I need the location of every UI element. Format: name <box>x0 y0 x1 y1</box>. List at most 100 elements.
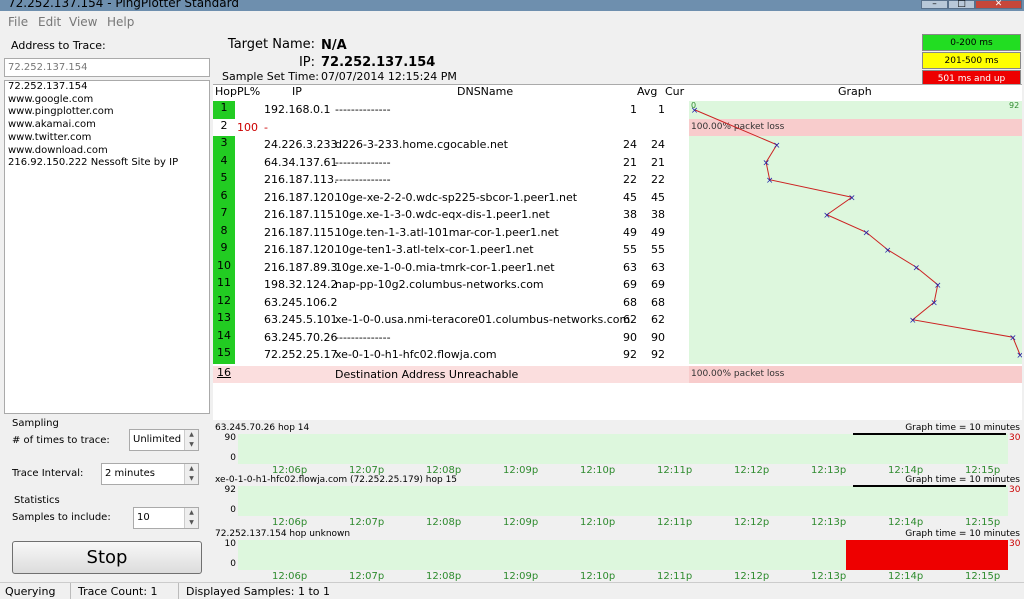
maximize-button[interactable]: □ <box>948 0 975 9</box>
history-item[interactable]: www.pingplotter.com <box>5 106 209 119</box>
latency-point: × <box>762 158 770 168</box>
stop-button[interactable]: Stop <box>12 541 202 574</box>
dns-name: -------------- <box>335 155 391 169</box>
time-tick: 12:15p <box>965 571 1001 582</box>
history-item[interactable]: 216.92.150.222 Nessoft Site by IP <box>5 157 209 170</box>
graph-time-label: Graph time = 10 minutes <box>905 529 1020 539</box>
sample-set-time-value: 07/07/2014 12:15:24 PM <box>321 70 457 83</box>
latency-point: × <box>766 176 774 186</box>
menu-edit[interactable]: Edit <box>38 15 61 29</box>
status-trace-count: Trace Count: 1 <box>78 585 158 598</box>
hop-row-final[interactable]: 16 Destination Address Unreachable 100.00%… <box>213 365 1022 383</box>
time-tick: 12:15p <box>965 517 1001 528</box>
menu-file[interactable]: File <box>8 15 28 29</box>
ip-value: 24.226.3.233 <box>264 138 338 151</box>
dns-name: -------------- <box>335 103 391 116</box>
ip-value: 72.252.137.154 <box>321 55 436 70</box>
avg-value: 1 <box>630 103 637 116</box>
col-dnsname[interactable]: DNSName <box>457 85 513 98</box>
latency-point: × <box>909 316 917 326</box>
time-tick: 12:10p <box>580 517 616 528</box>
time-tick: 12:06p <box>272 517 308 528</box>
status-bar: Querying Trace Count: 1 Displayed Sample… <box>0 582 1024 599</box>
latency-point: × <box>884 246 892 256</box>
trace-interval-label: Trace Interval: <box>12 468 84 479</box>
avg-value: 68 <box>623 295 637 309</box>
avg-value: 49 <box>623 225 637 239</box>
status-state: Querying <box>5 585 56 598</box>
samples-to-include-stepper[interactable]: 10 ▲ ▼ <box>133 507 199 529</box>
latency-graph: ×××××××××××××× <box>691 106 1022 361</box>
hop-number: 8 <box>213 223 235 241</box>
cur-value: 22 <box>651 173 665 186</box>
latency-point: × <box>773 141 781 151</box>
history-item[interactable]: www.google.com <box>5 94 209 107</box>
packet-loss-text: 100.00% packet loss <box>691 368 785 379</box>
minimize-button[interactable]: – <box>921 0 948 9</box>
target-name-value: N/A <box>321 38 347 53</box>
menu-view[interactable]: View <box>69 15 97 29</box>
address-label: Address to Trace: <box>11 39 106 52</box>
ip-value: 216.187.120. <box>264 243 338 256</box>
time-tick: 12:12p <box>734 517 770 528</box>
y-min-label: 0 <box>230 559 236 569</box>
dns-name: 10ge-xe-2-2-0.wdc-sp225-sbcor-1.peer1.ne… <box>335 190 578 204</box>
cur-value: 1 <box>658 103 665 116</box>
status-displayed-samples: Displayed Samples: 1 to 1 <box>186 585 331 598</box>
latency-point: × <box>823 211 831 221</box>
hop-number: 9 <box>213 241 235 259</box>
y-min-label: 0 <box>230 505 236 515</box>
latency-line <box>694 109 1021 355</box>
history-item[interactable]: www.akamai.com <box>5 119 209 132</box>
window-title: 72.252.137.154 - PingPlotter Standard <box>8 0 239 10</box>
red-max-label: 30 <box>1009 433 1021 443</box>
latency-point: × <box>913 263 921 273</box>
trace-interval-stepper[interactable]: 2 minutes ▲ ▼ <box>101 463 199 485</box>
time-tick: 12:07p <box>349 517 385 528</box>
target-name-label: Target Name: <box>227 37 315 52</box>
col-cur[interactable]: Cur <box>665 85 684 98</box>
col-pl[interactable]: PL% <box>237 85 260 98</box>
time-tick: 12:14p <box>888 571 924 582</box>
trace-interval-arrows[interactable]: ▲ ▼ <box>184 464 198 484</box>
col-hop[interactable]: Hop <box>215 85 237 98</box>
legend-item: 201-500 ms <box>922 52 1021 69</box>
col-avg[interactable]: Avg <box>637 85 657 98</box>
history-item[interactable]: www.twitter.com <box>5 132 209 145</box>
samples-to-include-arrows[interactable]: ▲ ▼ <box>184 508 198 528</box>
avg-value: 63 <box>623 260 637 274</box>
col-ip[interactable]: IP <box>292 85 302 98</box>
dns-name: 10ge.xe-1-3-0.wdc-eqx-dis-1.peer1.net <box>335 208 550 221</box>
avg-value: 45 <box>623 190 637 204</box>
hop-number: 7 <box>213 206 235 224</box>
time-tick: 12:14p <box>888 517 924 528</box>
ip-value: 216.187.115. <box>264 208 338 221</box>
hop-number: 5 <box>213 171 235 189</box>
time-tick: 12:11p <box>657 571 693 582</box>
address-input[interactable] <box>4 58 210 77</box>
history-item[interactable]: www.download.com <box>5 145 209 158</box>
ip-value: 198.32.124.2 <box>264 278 338 291</box>
times-to-trace-stepper[interactable]: Unlimited ▲ ▼ <box>129 429 199 451</box>
avg-value: 24 <box>623 138 637 151</box>
cur-value: 55 <box>651 243 665 256</box>
ip-label: IP: <box>298 55 315 70</box>
close-button[interactable]: ✕ <box>975 0 1022 9</box>
cur-value: 63 <box>651 260 665 274</box>
history-item[interactable]: 72.252.137.154 <box>5 81 209 94</box>
col-graph[interactable]: Graph <box>838 85 872 98</box>
time-tick: 12:13p <box>811 571 847 582</box>
times-to-trace-arrows[interactable]: ▲ ▼ <box>184 430 198 450</box>
cur-value: 62 <box>651 313 665 326</box>
dns-name: 10ge-ten1-3.atl-telx-cor-1.peer1.net <box>335 243 534 256</box>
menu-help[interactable]: Help <box>107 15 134 29</box>
avg-value: 62 <box>623 313 637 326</box>
y-max-label: 90 <box>224 433 236 443</box>
ip-value: 216.187.113. <box>264 173 338 186</box>
time-tick: 12:09p <box>503 571 539 582</box>
graph-cell: 100.00% packet loss <box>689 365 1022 383</box>
trace-history-list[interactable]: 72.252.137.154 www.google.com www.pingplot… <box>4 80 210 414</box>
statistics-label: Statistics <box>14 495 60 506</box>
avg-value: 38 <box>623 208 637 221</box>
cur-value: 21 <box>651 155 665 169</box>
